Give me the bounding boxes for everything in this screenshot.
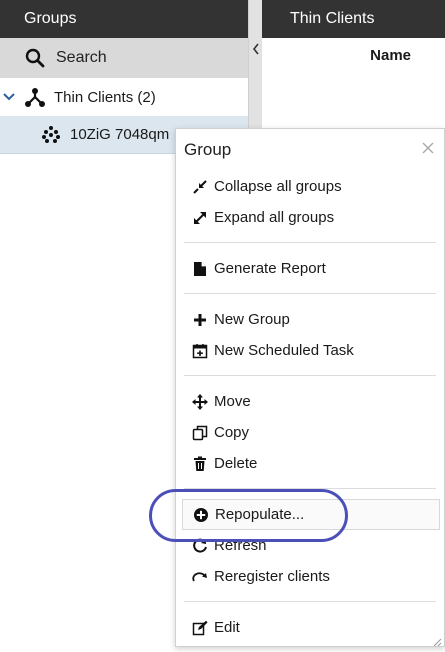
chevron-down-icon[interactable] (2, 90, 16, 104)
menu-item-label: New Group (214, 311, 290, 328)
expand-icon (192, 210, 208, 226)
context-menu: Group Collapse all groups Expand all gro… (175, 128, 445, 647)
menu-item-label: Delete (214, 455, 258, 472)
copy-icon (192, 425, 208, 441)
menu-title: Group (176, 129, 444, 171)
menu-item-collapse-all[interactable]: Collapse all groups (176, 171, 440, 202)
menu-item-delete[interactable]: Delete (176, 448, 440, 479)
client-label: 10ZiG 7048qm (70, 126, 170, 143)
menu-item-label: Collapse all groups (214, 178, 342, 195)
search-icon (24, 47, 46, 69)
collapse-icon (192, 179, 208, 195)
groups-header: Groups (0, 0, 248, 38)
resize-grip-icon[interactable] (432, 634, 442, 647)
menu-item-edit[interactable]: Edit (176, 612, 440, 643)
menu-item-label: Generate Report (214, 260, 326, 277)
menu-item-label: New Scheduled Task (214, 342, 354, 359)
menu-separator (184, 601, 436, 602)
menu-separator (184, 293, 436, 294)
annotation-highlight-oval (149, 489, 348, 542)
tree-group-thin-clients[interactable]: Thin Clients (2) (0, 78, 248, 116)
device-dots-icon (40, 124, 62, 146)
redo-icon (192, 569, 208, 585)
search-button[interactable]: Search (0, 38, 248, 78)
plus-icon (192, 312, 208, 328)
menu-item-new-scheduled-task[interactable]: New Scheduled Task (176, 335, 440, 366)
search-label: Search (56, 49, 107, 66)
group-hierarchy-icon (24, 86, 46, 108)
menu-item-move[interactable]: Move (176, 386, 440, 417)
menu-item-label: Move (214, 393, 251, 410)
move-icon (192, 393, 208, 410)
edit-icon (192, 620, 208, 636)
menu-item-label: Copy (214, 424, 250, 441)
menu-item-label: Reregister clients (214, 568, 330, 585)
group-label: Thin Clients (2) (54, 88, 156, 106)
chevron-left-icon[interactable] (251, 42, 261, 56)
document-icon (192, 261, 208, 277)
menu-separator (184, 375, 436, 376)
menu-item-copy[interactable]: Copy (176, 417, 440, 448)
close-icon[interactable] (422, 139, 436, 154)
menu-title-text: Group (184, 140, 232, 159)
menu-item-reregister-clients[interactable]: Reregister clients (176, 561, 440, 592)
menu-item-generate-report[interactable]: Generate Report (176, 253, 440, 284)
clients-header: Thin Clients (262, 0, 445, 38)
column-header-name[interactable]: Name (262, 38, 445, 72)
menu-item-label: Expand all groups (214, 209, 335, 226)
menu-item-label: Edit (214, 619, 240, 636)
trash-icon (192, 456, 208, 472)
menu-item-new-group[interactable]: New Group (176, 304, 440, 335)
calendar-plus-icon (192, 343, 208, 359)
menu-separator (184, 242, 436, 243)
menu-item-expand-all[interactable]: Expand all groups (176, 202, 440, 233)
